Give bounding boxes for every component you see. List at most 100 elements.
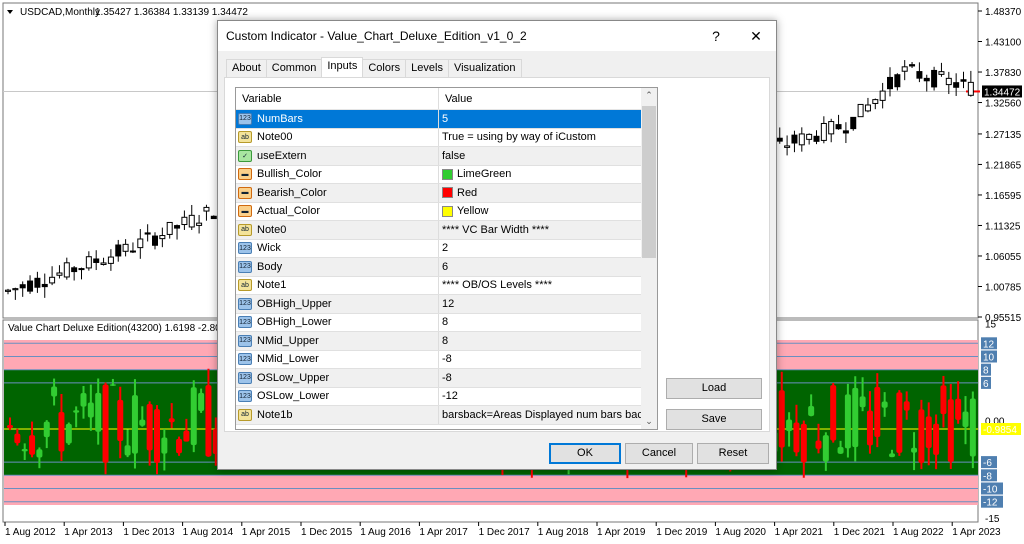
int-type-icon: 123 [238,260,252,273]
value-cell[interactable]: **** OB/OS Levels **** [439,279,657,291]
input-row-note1b[interactable]: ab Note1b barsback=Areas Displayed num bar… [236,406,657,425]
date-tick-label: 1 Aug 2014 [183,527,234,538]
date-tick-label: 1 Dec 2019 [656,527,708,538]
scroll-up-icon[interactable]: ⌃ [641,90,657,101]
col-type-icon: ▬ [238,205,252,218]
value-bar-body [903,401,910,411]
value-cell[interactable]: Yellow [439,205,657,217]
value-bar-body [940,385,947,415]
value-bar-body [918,409,925,463]
input-row-note00[interactable]: ab Note00 True = using by way of iCustom [236,128,657,147]
value-cell[interactable]: True = using by way of iCustom [439,131,657,143]
tab-levels[interactable]: Levels [405,59,449,77]
price-candle-body [953,82,960,88]
value-bar-body [51,386,58,397]
date-tick-label: 1 Apr 2013 [64,527,113,538]
variable-name: Bearish_Color [257,186,327,199]
value-cell[interactable]: false [439,150,657,162]
value-bar-body [859,396,866,408]
value-cell[interactable]: **** VC Bar Width **** [439,224,657,236]
value-cell[interactable]: 6 [439,261,657,273]
value-bar-body [866,410,873,446]
str-type-icon: ab [238,279,252,292]
ok-button[interactable]: OK [549,443,621,464]
value-bar-body [933,423,940,455]
price-candle-body [806,133,813,140]
tab-about[interactable]: About [226,59,267,77]
price-candle-body [850,116,857,130]
variable-value: **** VC Bar Width **** [442,223,549,236]
date-tick-label: 1 Apr 2023 [952,527,1001,538]
price-candle-body [137,238,144,249]
value-cell[interactable]: 8 [439,316,657,328]
symbol-label: USDCAD,Monthly [20,7,100,18]
price-candle-body [776,137,783,142]
input-row-body[interactable]: 123 Body 6 [236,258,657,277]
value-bar-body [778,390,785,448]
cancel-button[interactable]: Cancel [625,443,693,464]
variable-cell: 123 OSLow_Lower [236,387,439,405]
variable-name: Bullish_Color [257,168,322,181]
tab-colors[interactable]: Colors [362,59,407,77]
close-button[interactable]: ✕ [736,28,776,45]
value-bar-body [815,440,822,449]
tab-inputs[interactable]: Inputs [321,57,364,77]
save-button[interactable]: Save [666,409,762,430]
load-button[interactable]: Load [666,378,762,399]
value-cell[interactable]: 12 [439,298,657,310]
input-row-bullish_color[interactable]: ▬ Bullish_Color LimeGreen [236,165,657,184]
value-cell[interactable]: -8 [439,353,657,365]
value-cell[interactable]: -8 [439,372,657,384]
value-cell[interactable]: 2 [439,242,657,254]
int-type-icon: 123 [238,334,252,347]
price-candle-body [27,280,34,292]
value-cell[interactable]: -12 [439,390,657,402]
input-row-nmid_lower[interactable]: 123 NMid_Lower -8 [236,350,657,369]
price-candle-body [144,232,151,235]
scrollbar-thumb[interactable] [642,106,656,258]
input-row-wick[interactable]: 123 Wick 2 [236,239,657,258]
input-row-note0[interactable]: ab Note0 **** VC Bar Width **** [236,221,657,240]
price-candle-body [960,79,967,82]
value-bar-body [837,447,844,454]
scroll-down-icon[interactable]: ⌄ [641,416,657,427]
input-row-note1[interactable]: ab Note1 **** OB/OS Levels **** [236,276,657,295]
indicator-current-label: -0.9854 [983,425,1017,436]
grid-scrollbar[interactable]: ⌃ ⌄ [641,88,657,429]
variable-name: Actual_Color [257,205,320,218]
help-button[interactable]: ? [696,28,736,44]
value-bar-body [21,448,28,452]
value-cell[interactable]: 5 [439,113,657,125]
price-candle-body [107,256,114,264]
variable-name: Note1 [257,279,287,292]
variable-value: **** OB/OS Levels **** [442,279,553,292]
input-row-oslow_upper[interactable]: 123 OSLow_Upper -8 [236,369,657,388]
reset-button[interactable]: Reset [697,443,769,464]
tab-visualization[interactable]: Visualization [447,59,522,77]
input-row-actual_color[interactable]: ▬ Actual_Color Yellow [236,202,657,221]
value-bar-body [102,384,109,463]
input-row-obhigh_lower[interactable]: 123 OBHigh_Lower 8 [236,313,657,332]
value-bar-body [29,435,36,455]
value-bar-body [183,430,190,442]
input-row-obhigh_upper[interactable]: 123 OBHigh_Upper 12 [236,295,657,314]
variable-cell: ▬ Bullish_Color [236,165,439,183]
price-candle-body [879,90,886,101]
value-cell[interactable]: Red [439,187,657,199]
input-row-oslow_lower[interactable]: 123 OSLow_Lower -12 [236,387,657,406]
variable-cell: 123 OBHigh_Upper [236,295,439,313]
value-cell[interactable]: LimeGreen [439,168,657,180]
level-label: -12 [983,498,998,509]
input-row-bearish_color[interactable]: ▬ Bearish_Color Red [236,184,657,203]
dialog-titlebar[interactable]: Custom Indicator - Value_Chart_Deluxe_Ed… [218,21,776,51]
variable-name: Body [257,260,283,273]
value-cell[interactable]: barsback=Areas Displayed num bars back [439,409,657,421]
variable-cell: 123 NMid_Lower [236,350,439,368]
tab-common[interactable]: Common [265,59,323,77]
input-row-numbars[interactable]: 123 NumBars 5 [236,110,657,129]
input-row-useextern[interactable]: ✓ useExtern false [236,147,657,166]
value-cell[interactable]: 8 [439,335,657,347]
inputs-panel: Variable Value 123 NumBars 5 ab Note00 True =… [224,77,770,432]
variable-name: NumBars [257,112,303,125]
input-row-nmid_upper[interactable]: 123 NMid_Upper 8 [236,332,657,351]
